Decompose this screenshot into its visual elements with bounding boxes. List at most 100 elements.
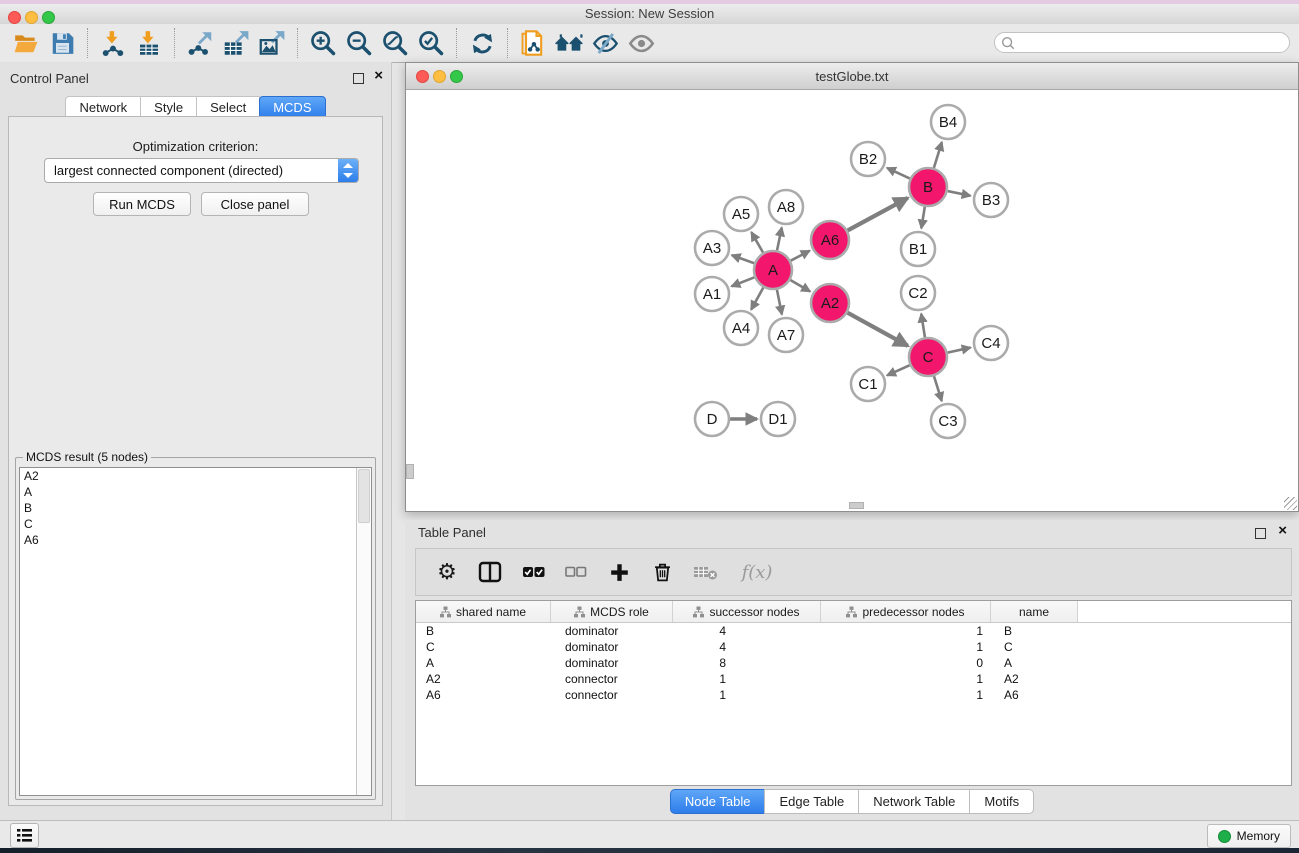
node-A6[interactable]: A6 — [811, 221, 849, 259]
edge-A-A7[interactable] — [777, 290, 782, 315]
function-builder-button[interactable]: f(x) — [735, 559, 779, 585]
node-C4[interactable]: C4 — [974, 326, 1008, 360]
delete-table-button[interactable] — [692, 559, 718, 585]
table-options-button[interactable]: ⚙ — [434, 559, 460, 585]
node-C2[interactable]: C2 — [901, 276, 935, 310]
tab-motifs[interactable]: Motifs — [969, 789, 1034, 814]
column-header-predecessor-nodes[interactable]: predecessor nodes — [821, 601, 991, 622]
hide-selected-button[interactable] — [587, 27, 623, 59]
resize-grip[interactable] — [1284, 497, 1297, 510]
edge-C-C3[interactable] — [934, 376, 942, 401]
export-image-button[interactable] — [254, 27, 290, 59]
new-network-from-selection-button[interactable] — [515, 27, 551, 59]
float-table-panel-icon[interactable] — [1255, 528, 1266, 539]
node-A2[interactable]: A2 — [811, 284, 849, 322]
mcds-result-item[interactable]: A6 — [20, 532, 371, 548]
export-table-button[interactable] — [218, 27, 254, 59]
save-session-button[interactable] — [44, 27, 80, 59]
memory-button[interactable]: Memory — [1207, 824, 1291, 848]
zoom-selected-button[interactable] — [413, 27, 449, 59]
column-header-shared-name[interactable]: shared name — [416, 601, 551, 622]
deselect-all-button[interactable] — [563, 559, 589, 585]
column-header-mcds-role[interactable]: MCDS role — [551, 601, 673, 622]
show-columns-button[interactable] — [477, 559, 503, 585]
edge-B-B3[interactable] — [948, 191, 971, 196]
scrollbar-thumb[interactable] — [358, 469, 370, 523]
select-all-button[interactable] — [520, 559, 546, 585]
apply-preferred-layout-button[interactable] — [464, 27, 500, 59]
edge-A6-B[interactable] — [848, 198, 908, 231]
node-C[interactable]: C — [909, 338, 947, 376]
node-B2[interactable]: B2 — [851, 142, 885, 176]
first-neighbors-button[interactable] — [551, 27, 587, 59]
run-mcds-button[interactable]: Run MCDS — [93, 192, 191, 216]
mcds-result-item[interactable]: A2 — [20, 468, 371, 484]
edge-B-B1[interactable] — [921, 207, 924, 229]
zoom-out-button[interactable] — [341, 27, 377, 59]
delete-columns-button[interactable] — [649, 559, 675, 585]
node-A3[interactable]: A3 — [695, 231, 729, 265]
zoom-in-button[interactable] — [305, 27, 341, 59]
float-panel-icon[interactable] — [353, 73, 364, 84]
node-A1[interactable]: A1 — [695, 277, 729, 311]
network-window-titlebar[interactable]: testGlobe.txt — [406, 63, 1298, 90]
import-table-from-file-button[interactable] — [131, 27, 167, 59]
column-header-successor-nodes[interactable]: successor nodes — [673, 601, 821, 622]
edge-A-A1[interactable] — [732, 277, 755, 286]
fit-content-button[interactable] — [377, 27, 413, 59]
edge-B-B4[interactable] — [934, 142, 942, 168]
node-B1[interactable]: B1 — [901, 232, 935, 266]
edge-A-A5[interactable] — [751, 232, 763, 252]
close-panel-icon[interactable]: × — [374, 68, 383, 84]
export-network-button[interactable] — [182, 27, 218, 59]
node-C3[interactable]: C3 — [931, 404, 965, 438]
list-icon — [16, 828, 33, 843]
table-row[interactable]: Cdominator41C — [416, 639, 1291, 655]
column-header-name[interactable]: name — [991, 601, 1078, 622]
node-A4[interactable]: A4 — [724, 311, 758, 345]
close-table-panel-icon[interactable]: × — [1278, 523, 1287, 539]
node-A[interactable]: A — [754, 251, 792, 289]
edge-C-C2[interactable] — [921, 314, 925, 337]
edge-A-A6[interactable] — [791, 251, 810, 261]
scrollbar-track[interactable] — [356, 468, 371, 795]
edge-A-A3[interactable] — [732, 255, 754, 263]
mcds-result-item[interactable]: B — [20, 500, 371, 516]
node-C1[interactable]: C1 — [851, 367, 885, 401]
node-A8[interactable]: A8 — [769, 190, 803, 224]
open-session-button[interactable] — [8, 27, 44, 59]
edge-B-B2[interactable] — [887, 168, 910, 179]
edge-A-A8[interactable] — [777, 228, 782, 251]
table-row[interactable]: Adominator80A — [416, 655, 1291, 671]
optimization-criterion-select[interactable]: largest connected component (directed) — [44, 158, 359, 183]
mcds-result-item[interactable]: A — [20, 484, 371, 500]
show-all-button[interactable] — [623, 27, 659, 59]
search-input[interactable] — [994, 32, 1290, 53]
tab-edge-table[interactable]: Edge Table — [764, 789, 859, 814]
edge-C-C1[interactable] — [887, 365, 910, 375]
import-network-from-file-button[interactable] — [95, 27, 131, 59]
close-panel-button[interactable]: Close panel — [201, 192, 309, 216]
node-A7[interactable]: A7 — [769, 318, 803, 352]
table-row[interactable]: Bdominator41B — [416, 623, 1291, 639]
create-column-button[interactable] — [606, 559, 632, 585]
node-B[interactable]: B — [909, 168, 947, 206]
edge-C-C4[interactable] — [948, 348, 971, 353]
node-D[interactable]: D — [695, 402, 729, 436]
edge-A-A4[interactable] — [751, 288, 763, 310]
table-row[interactable]: A2connector11A2 — [416, 671, 1291, 687]
node-A5[interactable]: A5 — [724, 197, 758, 231]
edge-A-A2[interactable] — [790, 280, 810, 291]
table-row[interactable]: A6connector11A6 — [416, 687, 1291, 703]
node-D1[interactable]: D1 — [761, 402, 795, 436]
task-history-button[interactable] — [10, 823, 39, 848]
mcds-result-item[interactable]: C — [20, 516, 371, 532]
vertical-scrollbar-thumb[interactable] — [406, 464, 414, 479]
tab-network-table[interactable]: Network Table — [858, 789, 970, 814]
edge-A2-C[interactable] — [848, 313, 908, 346]
node-B3[interactable]: B3 — [974, 183, 1008, 217]
network-canvas[interactable]: B4 B2 B B3 B1 A6 A5 A8 A3 A A1A4 A7A2 C2 C4 C C1 C3 D D1 — [406, 90, 1298, 509]
horizontal-scrollbar-thumb[interactable] — [849, 502, 864, 509]
node-B4[interactable]: B4 — [931, 105, 965, 139]
tab-node-table[interactable]: Node Table — [670, 789, 766, 814]
